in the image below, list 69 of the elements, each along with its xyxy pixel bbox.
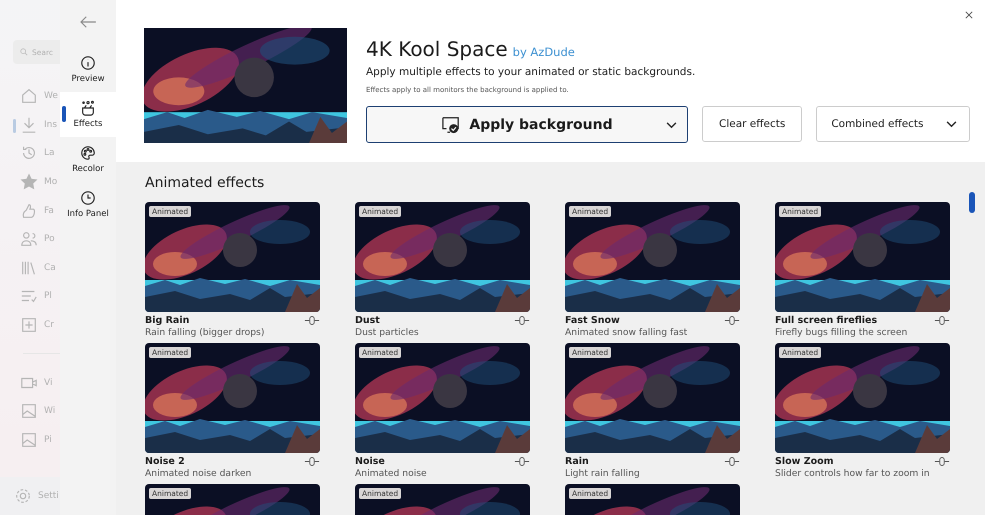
author-link[interactable]: by AzDude bbox=[512, 45, 575, 59]
nav-item[interactable]: Pi bbox=[0, 426, 60, 454]
effect-name: Fast Snow bbox=[565, 315, 620, 326]
add-icon bbox=[20, 316, 38, 334]
rail-tab[interactable]: Recolor bbox=[60, 137, 116, 182]
library-icon bbox=[20, 258, 38, 277]
slider-icon[interactable] bbox=[934, 456, 950, 467]
clock-icon bbox=[80, 190, 96, 206]
slider-icon[interactable] bbox=[724, 315, 740, 326]
back-arrow-icon[interactable] bbox=[79, 15, 97, 29]
effect-name: Noise bbox=[355, 456, 385, 467]
effect-description: Dust particles bbox=[355, 327, 420, 338]
download-icon bbox=[20, 116, 38, 134]
combined-effects-dropdown[interactable]: Combined effects bbox=[816, 106, 970, 142]
nav-item[interactable]: We bbox=[0, 82, 60, 111]
rail-tab[interactable]: Effects bbox=[60, 92, 116, 137]
effect-name: Slow Zoom bbox=[775, 456, 834, 467]
nav-item[interactable]: Ins bbox=[0, 110, 60, 140]
wallpaper-title: 4K Kool Space bbox=[366, 37, 508, 61]
effect-name: Big Rain bbox=[145, 315, 190, 326]
effect-description: Animated noise darken bbox=[145, 468, 252, 479]
slider-icon[interactable] bbox=[934, 315, 950, 326]
home-icon bbox=[20, 87, 38, 106]
nav-item[interactable]: Cr bbox=[0, 310, 60, 340]
nav-item[interactable]: Po bbox=[0, 224, 60, 254]
close-icon[interactable] bbox=[965, 11, 973, 19]
people-icon bbox=[20, 230, 38, 248]
image-icon bbox=[20, 430, 38, 449]
effect-name: Full screen fireflies bbox=[775, 315, 878, 326]
nav-item[interactable]: Wi bbox=[0, 396, 60, 426]
settings-icon bbox=[14, 487, 32, 505]
slider-icon[interactable] bbox=[514, 456, 530, 467]
slider-icon[interactable] bbox=[514, 315, 530, 326]
scrollbar-thumb[interactable] bbox=[969, 192, 975, 213]
effect-description: Animated snow falling fast bbox=[565, 327, 688, 338]
slider-icon[interactable] bbox=[304, 456, 320, 467]
palette-icon bbox=[80, 145, 96, 161]
info-icon bbox=[80, 55, 96, 71]
effect-description: Slider controls how far to zoom in bbox=[775, 468, 931, 479]
effect-name: Dust bbox=[355, 315, 380, 326]
apply-background-button[interactable]: Apply background bbox=[366, 106, 688, 143]
image-icon bbox=[20, 402, 38, 420]
nav-item[interactable]: Vi bbox=[0, 368, 60, 397]
effect-description: Rain falling (bigger drops) bbox=[145, 327, 266, 338]
nav-item[interactable]: La bbox=[0, 139, 60, 168]
section-title: Animated effects bbox=[145, 175, 266, 191]
chevron-down-icon bbox=[946, 120, 957, 128]
search-icon bbox=[20, 48, 28, 56]
nav-item[interactable]: Mo bbox=[0, 168, 60, 196]
effect-name: Noise 2 bbox=[145, 456, 185, 467]
clear-effects-button[interactable]: Clear effects bbox=[702, 106, 802, 142]
star-icon bbox=[20, 173, 38, 192]
effect-description: Light rain falling bbox=[565, 468, 641, 479]
effect-description: Firefly bugs filling the screen bbox=[775, 327, 908, 338]
effect-description: Animated noise bbox=[355, 468, 428, 479]
slider-icon[interactable] bbox=[304, 315, 320, 326]
effect-name: Rain bbox=[565, 456, 589, 467]
description: Apply multiple effects to your animated or static backgrounds. bbox=[366, 66, 696, 78]
rail-tab[interactable]: Info Panel bbox=[60, 182, 116, 227]
nav-item[interactable]: Ca bbox=[0, 254, 60, 282]
nav-item[interactable]: Pl bbox=[0, 282, 60, 311]
nav-item[interactable]: Fa bbox=[0, 196, 60, 225]
sparkle-pot-icon bbox=[80, 100, 96, 116]
settings-item[interactable]: Setti bbox=[0, 477, 60, 515]
monitor-check-icon bbox=[441, 116, 462, 134]
chevron-down-icon bbox=[666, 122, 677, 129]
rail-tab[interactable]: Preview bbox=[60, 47, 116, 92]
thumb-icon bbox=[20, 202, 38, 220]
slider-icon[interactable] bbox=[724, 456, 740, 467]
